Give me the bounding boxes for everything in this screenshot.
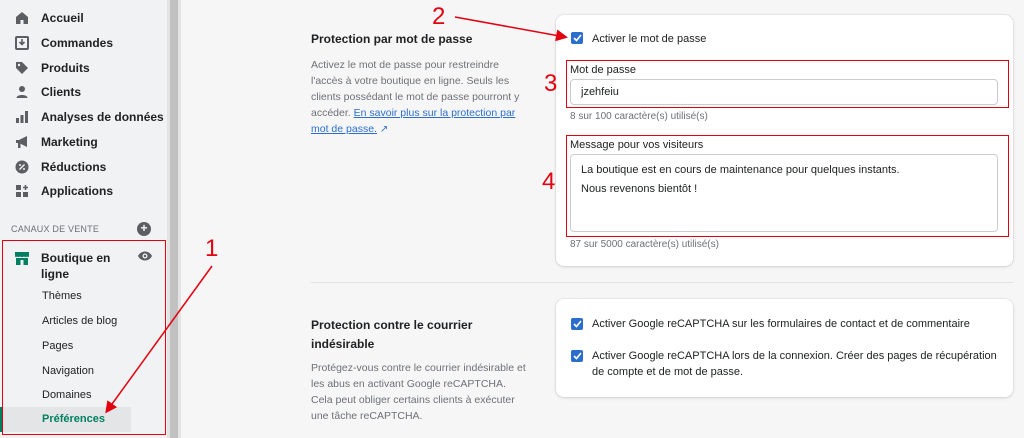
password-char-count: 8 sur 100 caractère(s) utilisé(s) bbox=[570, 111, 708, 122]
annotation-box-3 bbox=[566, 60, 1009, 108]
enable-password-checkbox[interactable] bbox=[571, 32, 583, 44]
recaptcha-login-label: Activer Google reCAPTCHA lors de la conn… bbox=[592, 350, 997, 378]
home-icon bbox=[14, 10, 30, 26]
sidebar-item-clients[interactable]: Clients bbox=[0, 80, 167, 104]
sidebar-item-label: Marketing bbox=[41, 135, 98, 149]
recaptcha-login-checkbox[interactable] bbox=[571, 350, 583, 362]
sidebar-item-label: Accueil bbox=[41, 11, 84, 25]
sidebar-item-produits[interactable]: Produits bbox=[0, 56, 167, 80]
section-divider bbox=[311, 282, 1013, 283]
sidebar-item-analyses[interactable]: Analyses de données bbox=[0, 105, 167, 129]
spam-section-title: Protection contre le courrier indésirabl… bbox=[311, 318, 473, 351]
sidebar-item-label: Commandes bbox=[41, 36, 114, 50]
password-section-description: Activez le mot de passe pour restreindre… bbox=[311, 57, 526, 138]
apps-icon bbox=[14, 183, 30, 199]
megaphone-icon bbox=[14, 134, 30, 150]
sidebar-item-marketing[interactable]: Marketing bbox=[0, 130, 167, 154]
sidebar-item-label: Clients bbox=[41, 85, 82, 99]
annotation-number-2: 2 bbox=[432, 3, 446, 30]
sidebar-item-accueil[interactable]: Accueil bbox=[0, 6, 167, 30]
orders-icon bbox=[14, 35, 30, 51]
annotation-box-1 bbox=[2, 240, 166, 435]
recaptcha-forms-label: Activer Google reCAPTCHA sur les formula… bbox=[592, 318, 970, 330]
sidebar-scrollbar[interactable] bbox=[167, 0, 181, 438]
check-icon bbox=[572, 352, 582, 360]
analytics-icon bbox=[14, 109, 30, 125]
annotation-number-4: 4 bbox=[542, 168, 556, 195]
check-icon bbox=[572, 34, 582, 42]
add-channel-button[interactable]: + bbox=[137, 222, 151, 236]
sidebar-item-label: Réductions bbox=[41, 160, 107, 174]
sidebar-item-label: Analyses de données bbox=[41, 110, 164, 124]
person-icon bbox=[14, 84, 30, 100]
spam-card: Activer Google reCAPTCHA sur les formula… bbox=[556, 299, 1013, 397]
message-char-count: 87 sur 5000 caractère(s) utilisé(s) bbox=[570, 239, 719, 250]
annotation-number-1: 1 bbox=[205, 235, 219, 262]
tag-icon bbox=[14, 60, 30, 76]
password-section-title: Protection par mot de passe bbox=[311, 32, 473, 46]
sidebar-item-label: Applications bbox=[41, 184, 114, 198]
sales-channels-heading: CANAUX DE VENTE bbox=[11, 224, 100, 234]
sidebar-item-applications[interactable]: Applications bbox=[0, 179, 167, 203]
check-icon bbox=[572, 320, 582, 328]
sidebar-item-label: Produits bbox=[41, 61, 90, 75]
external-link-icon: ↗ bbox=[379, 124, 389, 135]
spam-section-description: Protégez-vous contre le courrier indésir… bbox=[311, 362, 526, 422]
recaptcha-forms-checkbox[interactable] bbox=[571, 318, 583, 330]
annotation-box-4 bbox=[566, 135, 1009, 237]
sidebar-item-commandes[interactable]: Commandes bbox=[0, 31, 167, 55]
enable-password-label: Activer le mot de passe bbox=[592, 33, 707, 45]
scrollbar-thumb[interactable] bbox=[170, 0, 178, 438]
discount-icon bbox=[14, 159, 30, 175]
sidebar-item-reductions[interactable]: Réductions bbox=[0, 155, 167, 179]
annotation-number-3: 3 bbox=[544, 70, 558, 97]
